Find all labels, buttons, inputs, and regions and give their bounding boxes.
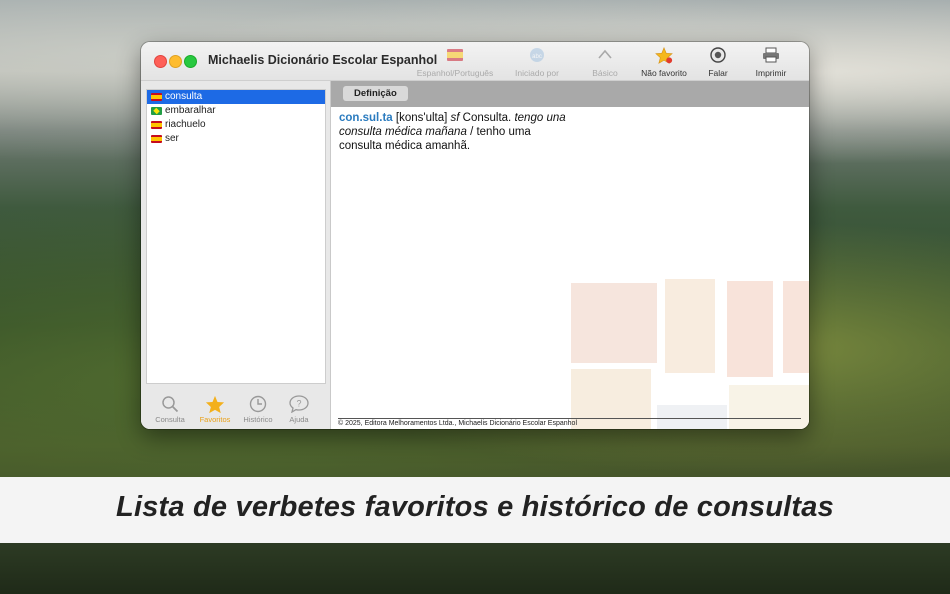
list-item-label: consulta xyxy=(165,91,203,102)
svg-text:?: ? xyxy=(296,399,301,409)
pronunciation: [kons'ulta] xyxy=(395,112,448,124)
search-icon xyxy=(160,395,180,415)
favorites-list[interactable]: consulta embaralhar riachuelo ser xyxy=(146,89,326,384)
list-item[interactable]: embaralhar xyxy=(147,104,325,118)
caption-text: Lista de verbetes favoritos e histórico … xyxy=(116,491,834,523)
tab-ajuda-label: Ajuda xyxy=(289,415,309,424)
tab-definicao[interactable]: Definição xyxy=(343,86,408,101)
minimize-button[interactable] xyxy=(169,55,182,68)
toolbar-print-button[interactable]: Imprimir xyxy=(749,47,793,78)
definition-entry: con.sul.ta [kons'ulta] sf Consulta. teng… xyxy=(339,111,569,153)
list-item-label: ser xyxy=(165,133,179,144)
tab-historico-label: Histórico xyxy=(243,415,273,424)
speaker-icon xyxy=(708,47,728,65)
brazil-flag-icon xyxy=(151,107,162,115)
tab-consulta-label: Consulta xyxy=(155,415,185,424)
toolbar-language-label: Espanhol/Português xyxy=(416,68,494,78)
sidebar-tabs: Consulta Favoritos Histórico ? Ajuda xyxy=(141,395,330,429)
toolbar-basic-label: Básico xyxy=(592,68,618,78)
toolbar-favorite-button[interactable]: Não favorito xyxy=(637,46,691,78)
sidebar: consulta embaralhar riachuelo ser Consul… xyxy=(141,81,331,429)
tab-ajuda[interactable]: ? Ajuda xyxy=(277,395,321,424)
window-title: Michaelis Dicionário Escolar Espanhol xyxy=(208,53,438,67)
definition-pane: Definição con.sul.ta [kons'ulta] sf Cons… xyxy=(331,81,809,429)
spain-flag-icon xyxy=(151,93,162,101)
list-item-label: riachuelo xyxy=(165,119,206,130)
app-window: Michaelis Dicionário Escolar Espanhol Es… xyxy=(141,42,809,429)
tab-historico[interactable]: Histórico xyxy=(236,395,280,424)
list-item[interactable]: riachuelo xyxy=(147,118,325,132)
abc-icon: abc xyxy=(527,47,547,65)
toolbar-favorite-label: Não favorito xyxy=(641,68,687,78)
toolbar-print-label: Imprimir xyxy=(755,68,787,78)
toolbar-speak-button[interactable]: Falar xyxy=(701,47,735,78)
footer-divider xyxy=(338,418,801,419)
close-button[interactable] xyxy=(154,55,167,68)
printer-icon xyxy=(761,47,781,65)
watermark-logo xyxy=(571,279,809,429)
toolbar-language-button[interactable]: Espanhol/Português xyxy=(413,47,497,78)
caption-banner: Lista de verbetes favoritos e histórico … xyxy=(0,477,950,543)
clock-icon xyxy=(248,395,268,415)
tab-favoritos-label: Favoritos xyxy=(199,415,231,424)
word-class: sf xyxy=(450,112,460,124)
flag-icon xyxy=(445,47,465,65)
spain-flag-icon xyxy=(151,121,162,129)
titlebar: Michaelis Dicionário Escolar Espanhol Es… xyxy=(141,42,809,81)
background-forest xyxy=(0,543,950,594)
definition-tabstrip: Definição xyxy=(331,81,809,107)
example-separator: / xyxy=(470,126,474,138)
definition-text: Consulta. xyxy=(462,112,512,124)
zoom-button[interactable] xyxy=(184,55,197,68)
list-item[interactable]: consulta xyxy=(147,90,325,104)
tab-consulta[interactable]: Consulta xyxy=(148,395,192,424)
tab-favoritos[interactable]: Favoritos xyxy=(193,395,237,424)
toolbar-starts-with-label: Iniciado por xyxy=(515,68,559,78)
help-icon: ? xyxy=(289,395,309,415)
headword: con.sul.ta xyxy=(339,112,393,124)
spain-flag-icon xyxy=(151,135,162,143)
list-item[interactable]: ser xyxy=(147,132,325,146)
chevron-up-icon xyxy=(595,47,615,65)
toolbar-speak-label: Falar xyxy=(708,68,728,78)
toolbar-starts-with-button[interactable]: abc Iniciado por xyxy=(507,47,567,78)
star-icon xyxy=(654,46,674,65)
list-item-label: embaralhar xyxy=(165,105,216,116)
toolbar-basic-button[interactable]: Básico xyxy=(584,47,626,78)
svg-text:abc: abc xyxy=(532,54,542,60)
copyright-footer: © 2025, Editora Melhoramentos Ltda., Mic… xyxy=(338,420,578,427)
star-icon xyxy=(205,395,225,415)
